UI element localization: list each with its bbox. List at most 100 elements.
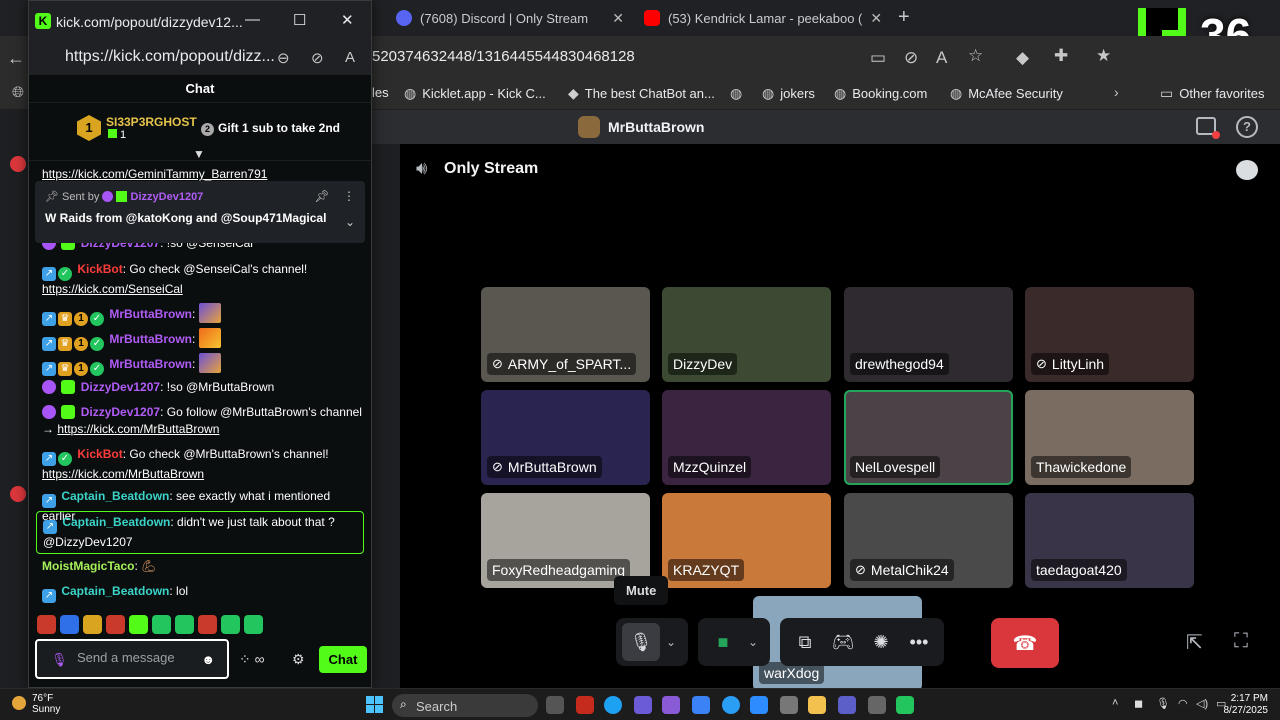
copilot-icon[interactable]	[662, 696, 680, 714]
emote-shortcut-icon[interactable]	[221, 615, 240, 634]
participant-tile[interactable]: DizzyDev	[662, 287, 831, 382]
volume-icon[interactable]: ◁)	[1196, 697, 1208, 710]
pinned-message[interactable]: 📌︎ Sent by DizzyDev1207 W Raids from @ka…	[35, 181, 365, 243]
zoom-icon[interactable]: ⊖	[277, 49, 290, 67]
points-icon[interactable]: ⁘ ∞	[239, 651, 265, 668]
message-mention[interactable]: @DizzyDev1207	[43, 535, 133, 549]
message-username[interactable]: KickBot	[77, 447, 122, 461]
tracking-prevention-icon[interactable]: ⊘	[311, 49, 324, 67]
bookmark-item[interactable]: ◍ Kicklet.app - Kick C...	[404, 85, 546, 102]
participant-tile[interactable]: NelLovespell	[844, 390, 1013, 485]
help-icon[interactable]: ?	[1236, 116, 1258, 138]
read-aloud-icon[interactable]: A	[936, 48, 947, 68]
participant-tile[interactable]: MzzQuinzel	[662, 390, 831, 485]
message-link[interactable]: https://kick.com/GeminiTammy_Barren791	[42, 167, 267, 181]
other-favorites[interactable]: ▭ Other favorites	[1160, 85, 1265, 102]
gifter-name[interactable]: SI33P3RGHOST	[106, 115, 197, 129]
more-options-icon[interactable]: •••	[900, 623, 938, 661]
tab-discord[interactable]: (7608) Discord | Only Stream ✕	[388, 4, 632, 32]
activities-gamepad-icon[interactable]: 🎮︎	[824, 623, 862, 661]
bookmark-item[interactable]: ◍	[730, 85, 748, 102]
message-link[interactable]: https://kick.com/MrButtaBrown	[57, 422, 219, 436]
tracking-prevention-icon[interactable]: ⊘	[904, 48, 918, 68]
weather-widget[interactable]: 76°F Sunny	[12, 693, 60, 715]
bookmark-item[interactable]: ◆ The best ChatBot an...	[568, 85, 715, 102]
wifi-icon[interactable]: ◠	[1178, 697, 1188, 710]
minimize-icon[interactable]: —	[245, 11, 260, 28]
bookmark-item[interactable]: ◍ Booking.com	[834, 85, 927, 102]
participant-tile[interactable]: ⊘ ARMY_of_SPART...	[481, 287, 650, 382]
send-chat-button[interactable]: Chat	[319, 646, 367, 673]
tray-app-icon[interactable]: ◼	[1134, 697, 1143, 710]
back-arrow-icon[interactable]: ←	[7, 48, 25, 69]
chevron-down-icon[interactable]: ⌄	[660, 623, 682, 661]
participant-tile[interactable]: KRAZYQT	[662, 493, 831, 588]
soundboard-icon[interactable]: ✺	[862, 623, 900, 661]
emote-shortcut-icon[interactable]	[60, 615, 79, 634]
chevron-up-icon[interactable]: ˄	[1112, 697, 1118, 709]
more-vertical-icon[interactable]: ⋮	[343, 189, 355, 203]
pinned-sender[interactable]: DizzyDev1207	[131, 191, 204, 203]
bookmark-item[interactable]: ◍ jokers	[762, 85, 815, 102]
emoji-icon[interactable]: ☻	[201, 652, 215, 667]
emote-shortcut-icon[interactable]	[244, 615, 263, 634]
message-username[interactable]: MrButtaBrown	[109, 307, 192, 321]
participant-tile[interactable]: ⊘ LittyLinh	[1025, 287, 1194, 382]
message-username[interactable]: Captain_Beatdown	[61, 584, 169, 598]
emote-shortcut-icon[interactable]	[106, 615, 125, 634]
close-tab-icon[interactable]: ✕	[862, 10, 882, 27]
url-text[interactable]: 520374632448/1316445544830468128	[372, 48, 635, 65]
app-icon[interactable]	[634, 696, 652, 714]
camera-icon[interactable]: ■	[704, 623, 742, 661]
emote-shortcut-icon[interactable]	[175, 615, 194, 634]
message-link[interactable]: https://kick.com/MrButtaBrown	[42, 467, 204, 481]
read-aloud-icon[interactable]: A	[345, 49, 355, 66]
emote-shortcut-icon[interactable]	[152, 615, 171, 634]
extension-icon[interactable]: ◆	[1016, 48, 1029, 68]
emote-shortcut-icon[interactable]	[129, 615, 148, 634]
emote-shortcut-icon[interactable]	[83, 615, 102, 634]
app-icon[interactable]	[576, 696, 594, 714]
close-tab-icon[interactable]: ✕	[604, 10, 624, 27]
collapse-icon[interactable]: ▼	[193, 147, 205, 161]
app-icon[interactable]	[896, 696, 914, 714]
taskbar-clock[interactable]: 2:17 PM 8/27/2025	[1224, 693, 1269, 717]
edge-icon[interactable]	[604, 696, 622, 714]
gift-sub-cta[interactable]: 2 Gift 1 sub to take 2nd	[201, 121, 340, 136]
app-icon[interactable]	[692, 696, 710, 714]
fullscreen-icon[interactable]: ⛶	[1234, 630, 1248, 653]
zoom-app-icon[interactable]	[750, 696, 768, 714]
tab-youtube[interactable]: (53) Kendrick Lamar - peekaboo ( ✕	[636, 4, 886, 32]
popup-url[interactable]: https://kick.com/popout/dizz...	[65, 48, 275, 66]
teams-icon[interactable]	[838, 696, 856, 714]
emote-shortcut-icon[interactable]	[198, 615, 217, 634]
message-username[interactable]: Captain_Beatdown	[61, 489, 169, 503]
windows-start-icon[interactable]	[366, 696, 383, 713]
message-username[interactable]: MrButtaBrown	[109, 357, 192, 371]
taskbar-search[interactable]: ⌕ Search	[392, 694, 538, 717]
extensions-puzzle-icon[interactable]: ✚	[1054, 46, 1068, 66]
participant-tile[interactable]: ⊘ MetalChik24	[844, 493, 1013, 588]
microphone-icon[interactable]: 🎙︎	[1156, 697, 1170, 710]
bookmark-item[interactable]: les	[372, 85, 389, 100]
settings-gear-icon[interactable]: ⚙	[292, 651, 305, 668]
maximize-icon[interactable]: ☐	[293, 11, 306, 29]
emote-shortcut-icon[interactable]	[37, 615, 56, 634]
message-username[interactable]: DizzyDev1207	[81, 380, 160, 394]
message-username[interactable]: MoistMagicTaco	[42, 559, 134, 573]
participant-tile[interactable]: drewthegod94	[844, 287, 1013, 382]
participant-tile[interactable]: ⊘ MrButtaBrown	[481, 390, 650, 485]
microphone-icon[interactable]: 🎙︎	[622, 623, 660, 661]
message-username[interactable]: KickBot	[77, 262, 122, 276]
file-explorer-icon[interactable]	[808, 696, 826, 714]
media-icon[interactable]: ▭	[870, 48, 886, 68]
store-icon[interactable]	[780, 696, 798, 714]
participant-tile[interactable]: taedagoat420	[1025, 493, 1194, 588]
message-link[interactable]: https://kick.com/SenseiCal	[42, 282, 183, 296]
app-icon[interactable]	[722, 696, 740, 714]
message-username[interactable]: MrButtaBrown	[109, 332, 192, 346]
chevron-down-icon[interactable]: ⌄	[742, 623, 764, 661]
favorites-icon[interactable]: ★	[1096, 46, 1111, 66]
close-window-icon[interactable]: ✕	[341, 11, 354, 29]
disconnect-button[interactable]: ☎︎	[991, 618, 1059, 668]
